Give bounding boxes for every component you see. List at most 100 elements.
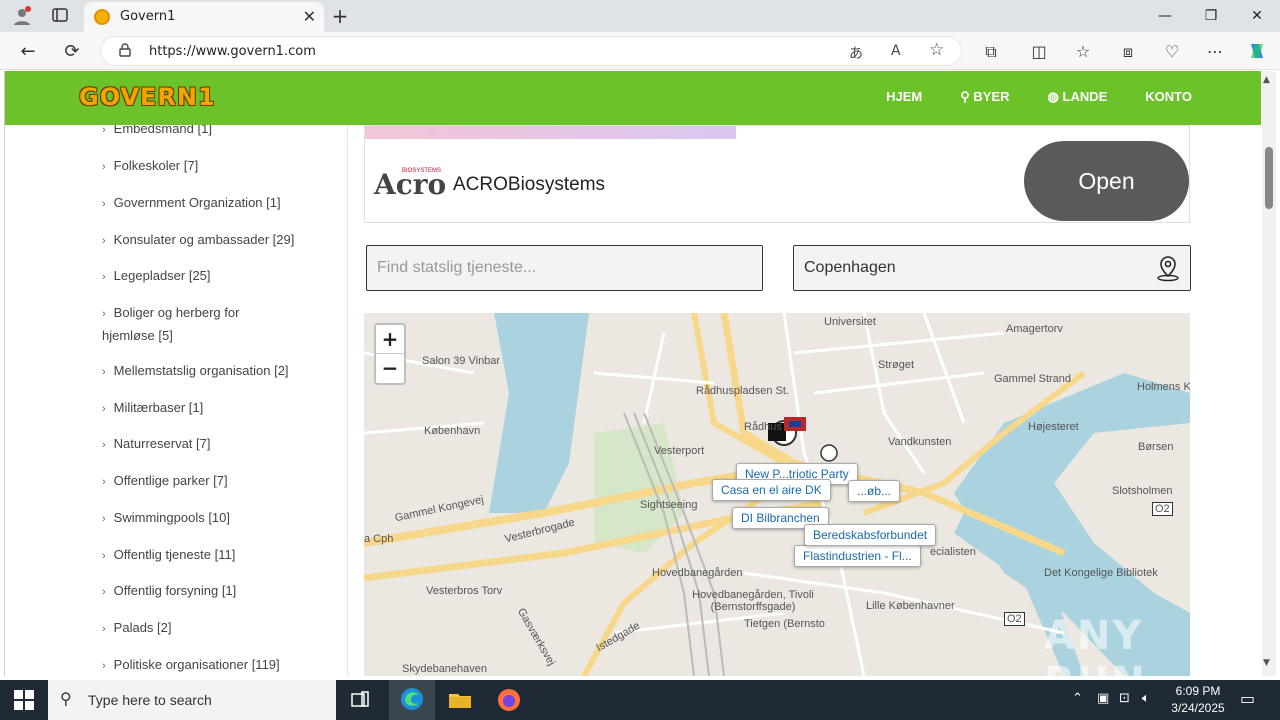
sidebar-item[interactable]: › Swimmingpools [10] xyxy=(102,507,322,530)
split-screen-icon[interactable]: ◫ xyxy=(1028,41,1050,63)
tray-chevron-icon[interactable]: ⌃ xyxy=(1072,691,1083,706)
clock-date: 3/24/2025 xyxy=(1171,701,1225,715)
taskbar-clock[interactable]: 6:09 PM 3/24/2025 xyxy=(1168,683,1228,717)
nav-cities-label: BYER xyxy=(973,89,1010,104)
zoom-in-button[interactable]: + xyxy=(376,325,404,354)
category-label: Palads [2] xyxy=(113,620,172,635)
page-scrollbar[interactable]: ▲ ▼ xyxy=(1262,71,1276,676)
sidebar-item[interactable]: › Palads [2] xyxy=(102,617,322,640)
map-popup[interactable]: Casa en el aire DK xyxy=(712,479,831,501)
tray-app-icon[interactable]: ▣ xyxy=(1097,691,1109,706)
url-field[interactable]: https://www.govern1.com あ A ☆ xyxy=(100,36,962,66)
favorites-icon[interactable]: ☆ xyxy=(1072,41,1094,63)
location-pin-icon[interactable] xyxy=(1154,254,1182,282)
map-label: Højesteret xyxy=(1028,421,1079,433)
volume-icon[interactable]: 🔈︎ xyxy=(1142,691,1150,706)
category-label: Boliger og herberg for hjemløse [5] xyxy=(102,305,240,343)
map-label: Salon 39 Vinbar xyxy=(422,355,501,367)
map-label: Holmens K xyxy=(1137,381,1190,393)
browser-essentials-icon[interactable]: ♡ xyxy=(1161,41,1183,63)
chevron-right-icon: › xyxy=(102,161,106,173)
task-view-icon[interactable] xyxy=(346,686,374,714)
tab-actions-icon[interactable] xyxy=(50,6,70,26)
category-label: Politiske organisationer [119] xyxy=(113,657,280,672)
nav-countries[interactable]: ◍ LANDE xyxy=(1048,89,1108,105)
sidebar-item[interactable]: › Offentlig forsyning [1] xyxy=(102,580,322,603)
service-search-input[interactable]: Find statslig tjeneste... xyxy=(366,245,763,291)
map-label: Sightseeing xyxy=(640,499,698,511)
map-popup[interactable]: Flastindustrien - Fl... xyxy=(794,545,921,567)
file-explorer-icon[interactable] xyxy=(446,686,474,714)
category-label: Konsulater og ambassader [29] xyxy=(113,232,295,247)
more-menu-icon[interactable]: ⋯ xyxy=(1204,41,1226,63)
refresh-icon[interactable]: ⟳ xyxy=(61,41,83,63)
close-window-button[interactable]: ✕ xyxy=(1234,4,1280,28)
notifications-icon[interactable]: ▭ xyxy=(1240,689,1255,708)
sidebar-item[interactable]: › Politiske organisationer [119] xyxy=(102,654,322,676)
sidebar-item[interactable]: › Offentlig tjeneste [11] xyxy=(102,544,322,567)
category-label: Swimmingpools [10] xyxy=(113,510,230,525)
map-popup[interactable]: ...øb... xyxy=(848,480,901,502)
site-navbar: GOVERN1 HJEM ⚲ BYER ◍ LANDE KONTO xyxy=(5,71,1261,125)
map-label: København xyxy=(424,425,481,437)
collections-icon[interactable]: ⧈ xyxy=(1117,41,1139,63)
map-label: Vesterbros Torv xyxy=(426,585,503,597)
taskbar-search-placeholder: Type here to search xyxy=(88,692,212,708)
sidebar-item[interactable]: › Offentlige parker [7] xyxy=(102,470,322,493)
govern1-logo[interactable]: GOVERN1 xyxy=(79,83,216,111)
category-label: Militærbaser [1] xyxy=(113,400,204,415)
web-page: GOVERN1 HJEM ⚲ BYER ◍ LANDE KONTO › Embed… xyxy=(4,71,1261,676)
favorite-star-icon[interactable]: ☆ xyxy=(929,40,944,60)
location-input[interactable]: Copenhagen xyxy=(793,245,1191,291)
nav-cities[interactable]: ⚲ BYER xyxy=(960,89,1009,105)
nav-account[interactable]: KONTO xyxy=(1145,89,1192,105)
sidebar-item[interactable]: › Militærbaser [1] xyxy=(102,397,322,420)
scroll-down-icon[interactable]: ▼ xyxy=(1263,658,1270,668)
map-view[interactable]: + − Universitet Amagertorv Salon 39 Vinb… xyxy=(364,313,1190,676)
tab-govern1[interactable]: Govern1 ✕ xyxy=(84,2,324,32)
browser-tab-bar: Govern1 ✕ + — ❐ ✕ xyxy=(0,0,1280,32)
chevron-right-icon: › xyxy=(102,198,106,210)
sidebar-item[interactable]: › Naturreservat [7] xyxy=(102,433,322,456)
windows-start-icon[interactable] xyxy=(14,690,34,710)
sidebar-item[interactable]: › Mellemstatslig organisation [2] xyxy=(102,360,322,383)
nav-home[interactable]: HJEM xyxy=(886,89,922,105)
acro-logo: Acro xyxy=(374,168,447,201)
edge-taskbar-button[interactable] xyxy=(389,680,435,720)
zoom-out-button[interactable]: − xyxy=(376,354,404,383)
profile-icon[interactable] xyxy=(12,6,32,26)
scroll-thumb[interactable] xyxy=(1265,147,1273,209)
tab-close-icon[interactable]: ✕ xyxy=(303,7,316,26)
network-icon[interactable]: ⊡ xyxy=(1119,691,1130,706)
ad-banner[interactable]: BIOSYSTEMS Acro ACROBiosystems Open xyxy=(364,125,1190,223)
map-label: O2 xyxy=(1152,502,1173,516)
map-popup[interactable]: Beredskabsforbundet xyxy=(804,524,937,546)
map-label: Slotsholmen xyxy=(1112,485,1173,497)
sidebar-item[interactable]: › Legepladser [25] xyxy=(102,265,322,288)
translate-icon[interactable]: あ xyxy=(849,43,863,63)
new-tab-button[interactable]: + xyxy=(330,6,350,26)
copilot-icon[interactable] xyxy=(1246,41,1268,63)
sidebar-item[interactable]: › Boliger og herberg for hjemløse [5] xyxy=(102,302,272,346)
category-label: Government Organization [1] xyxy=(113,195,281,210)
read-aloud-icon[interactable]: A xyxy=(891,43,901,59)
minimize-button[interactable]: — xyxy=(1142,4,1188,28)
sidebar-item[interactable]: › Konsulater og ambassader [29] xyxy=(102,229,322,252)
lock-icon[interactable] xyxy=(119,43,131,61)
taskbar-search-box[interactable]: ⚲ Type here to search xyxy=(48,680,336,720)
category-sidebar: › Embedsmand [1] › Folkeskoler [7] › Govern… xyxy=(5,121,348,676)
map-label: Børsen xyxy=(1138,441,1174,453)
maximize-button[interactable]: ❐ xyxy=(1188,4,1234,28)
category-label: Offentlig forsyning [1] xyxy=(113,583,237,598)
back-icon[interactable]: ← xyxy=(17,41,39,63)
firefox-icon[interactable] xyxy=(495,686,523,714)
search-icon: ⚲ xyxy=(60,689,72,708)
scroll-up-icon[interactable]: ▲ xyxy=(1263,75,1270,85)
sidebar-item[interactable]: › Government Organization [1] xyxy=(102,192,322,215)
ad-open-button[interactable]: Open xyxy=(1024,141,1189,221)
extensions-icon[interactable]: ⧉ xyxy=(980,41,1002,63)
sidebar-item[interactable]: › Folkeskoler [7] xyxy=(102,155,322,178)
map-label: ecialisten xyxy=(930,546,976,558)
chevron-right-icon: › xyxy=(102,366,106,378)
map-label: Tietgen (Bernsto xyxy=(744,618,825,630)
